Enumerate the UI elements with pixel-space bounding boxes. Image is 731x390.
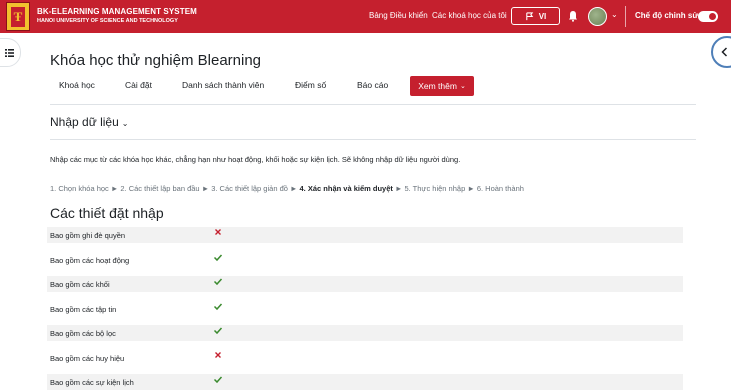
settings-heading: Các thiết đặt nhập xyxy=(50,205,164,221)
setting-label: Bao gồm các huy hiệu xyxy=(50,354,125,363)
brand-title: BK-ELEARNING MANAGEMENT SYSTEM xyxy=(37,7,197,16)
import-heading: Nhập dữ liệu xyxy=(50,115,119,129)
setting-label: Bao gồm các bộ lọc xyxy=(50,329,116,338)
settings-row: Bao gồm các bộ lọc xyxy=(47,325,683,341)
brand-subtitle: HANOI UNIVERSITY OF SCIENCE AND TECHNOLO… xyxy=(37,18,178,24)
block-drawer-button[interactable] xyxy=(711,36,731,68)
user-avatar[interactable] xyxy=(588,7,607,26)
language-button[interactable]: VI xyxy=(511,7,560,25)
setting-label: Bao gồm ghi đè quyền xyxy=(50,231,126,240)
tab-participants[interactable]: Danh sách thành viên xyxy=(182,80,264,90)
navbar-divider xyxy=(625,6,626,27)
setting-label: Bao gồm các tập tin xyxy=(50,305,117,314)
language-label: VI xyxy=(538,11,547,21)
setting-label: Bao gồm các hoạt động xyxy=(50,256,130,265)
nav-link-my-courses[interactable]: Các khoá học của tôi xyxy=(432,11,507,20)
more-tabs-button[interactable]: Xem thêm ⌄ xyxy=(410,76,474,96)
top-navbar: Ŧ BK-ELEARNING MANAGEMENT SYSTEM HANOI U… xyxy=(0,0,731,33)
course-index-drawer-button[interactable] xyxy=(0,38,21,67)
steps-before: 1. Chọn khóa học ► 2. Các thiết lập ban … xyxy=(50,184,300,193)
edit-mode-toggle[interactable] xyxy=(698,11,718,22)
setting-label: Bao gồm các sự kiện lịch xyxy=(50,378,134,387)
settings-row: Bao gồm các sự kiện lịch xyxy=(47,374,683,390)
page-title: Khóa học thử nghiệm Blearning xyxy=(50,52,262,69)
settings-row: Bao gồm các hoạt động xyxy=(47,252,683,268)
cross-icon xyxy=(215,229,221,235)
divider xyxy=(50,139,696,140)
import-heading-menu[interactable]: Nhập dữ liệu ⌄ xyxy=(50,115,128,129)
check-icon xyxy=(213,278,223,286)
flag-icon xyxy=(525,11,533,20)
chevron-down-icon[interactable]: ⌄ xyxy=(611,10,618,19)
settings-row: Bao gồm các huy hiệu xyxy=(47,350,683,366)
chevron-down-icon: ⌄ xyxy=(121,119,129,128)
more-label: Xem thêm xyxy=(418,81,457,91)
settings-row: Bao gồm các khối xyxy=(47,276,683,292)
settings-row: Bao gồm các tập tin xyxy=(47,301,683,317)
tab-reports[interactable]: Báo cáo xyxy=(357,80,388,90)
tab-course[interactable]: Khoá học xyxy=(59,80,95,90)
current-step: 4. Xác nhận và kiểm duyệt xyxy=(299,184,393,193)
steps-after: ► 5. Thực hiện nhập ► 6. Hoàn thành xyxy=(392,184,524,193)
tab-settings[interactable]: Cài đặt xyxy=(125,80,152,90)
divider xyxy=(50,104,696,105)
check-icon xyxy=(213,376,223,384)
toggle-knob xyxy=(709,13,716,20)
cross-icon xyxy=(215,352,221,358)
nav-link-dashboard[interactable]: Bảng Điều khiển xyxy=(369,11,428,20)
setting-label: Bao gồm các khối xyxy=(50,280,110,289)
settings-row: Bao gồm ghi đè quyền xyxy=(47,227,683,243)
import-progress-steps: 1. Chọn khóa học ► 2. Các thiết lập ban … xyxy=(50,184,524,193)
list-icon xyxy=(5,48,14,57)
chevron-left-icon xyxy=(721,47,728,57)
tab-grades[interactable]: Điểm số xyxy=(295,80,326,90)
import-description: Nhập các mục từ các khóa học khác, chẳng… xyxy=(50,155,461,164)
check-icon xyxy=(213,254,223,262)
brand: BK-ELEARNING MANAGEMENT SYSTEM HANOI UNI… xyxy=(37,7,197,25)
chevron-down-icon: ⌄ xyxy=(459,83,466,90)
check-icon xyxy=(213,327,223,335)
university-logo[interactable]: Ŧ xyxy=(6,2,30,31)
bell-icon[interactable] xyxy=(568,10,578,22)
check-icon xyxy=(213,303,223,311)
edit-mode-label: Chế độ chỉnh sửa xyxy=(635,11,703,20)
